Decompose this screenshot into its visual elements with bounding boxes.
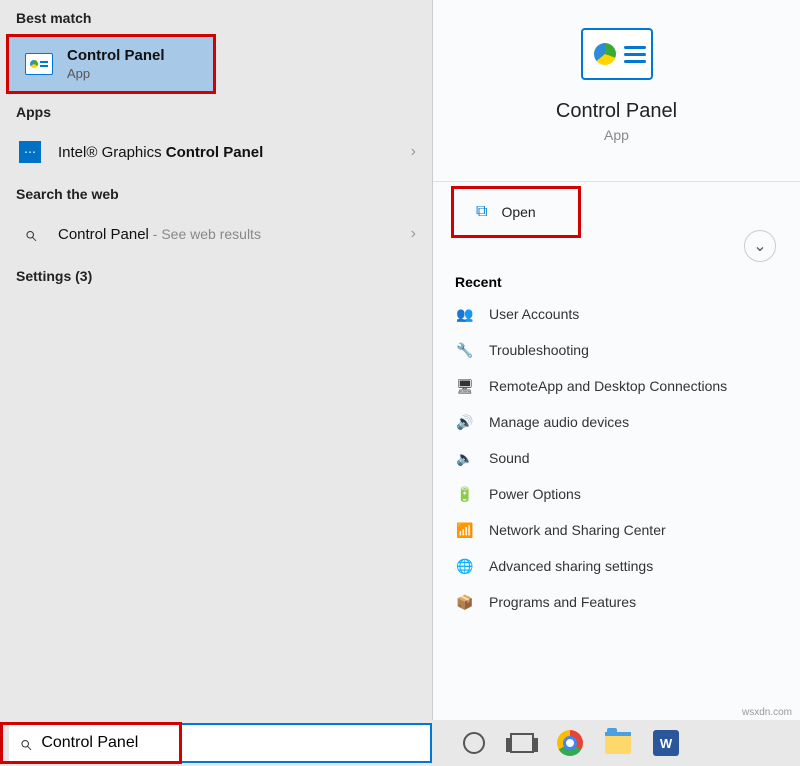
- recent-item-label: Advanced sharing settings: [489, 558, 653, 574]
- control-panel-icon: [25, 50, 53, 78]
- recent-item-label: Programs and Features: [489, 594, 636, 610]
- recent-item-label: Manage audio devices: [489, 414, 629, 430]
- taskbar: W: [0, 720, 800, 766]
- preview-app-icon: [581, 28, 653, 80]
- recent-item-label: Troubleshooting: [489, 342, 589, 358]
- watermark: wsxdn.com: [742, 707, 792, 718]
- recent-item-icon: 🔊: [455, 412, 475, 432]
- recent-item-label: Network and Sharing Center: [489, 522, 666, 538]
- best-match-result[interactable]: Control Panel App: [9, 37, 213, 91]
- apps-result-title: Intel® Graphics Control Panel: [58, 144, 263, 161]
- open-icon: ⧉: [476, 203, 487, 221]
- open-label: Open: [501, 204, 535, 220]
- open-action[interactable]: ⧉ Open: [454, 189, 578, 235]
- chevron-right-icon: ›: [411, 225, 416, 243]
- recent-item[interactable]: 🌐 Advanced sharing settings: [433, 548, 800, 584]
- task-view-icon[interactable]: [508, 729, 536, 757]
- recent-item-icon: 📶: [455, 520, 475, 540]
- word-icon[interactable]: W: [652, 729, 680, 757]
- search-input[interactable]: [41, 734, 169, 752]
- web-result-control-panel[interactable]: Control Panel - See web results ›: [0, 210, 432, 258]
- chevron-right-icon: ›: [411, 143, 416, 161]
- preview-title: Control Panel: [556, 100, 677, 123]
- recent-item[interactable]: 🔧 Troubleshooting: [433, 332, 800, 368]
- recent-item-icon: 🌐: [455, 556, 475, 576]
- intel-icon: ⋯: [16, 138, 44, 166]
- recent-item-icon: 📦: [455, 592, 475, 612]
- recent-item-label: User Accounts: [489, 306, 579, 322]
- expand-button[interactable]: ⌄: [744, 230, 776, 262]
- web-result-title: Control Panel - See web results: [58, 226, 261, 243]
- taskbar-search-extent[interactable]: [182, 723, 432, 763]
- recent-item[interactable]: 🖥 RemoteApp and Desktop Connections: [433, 368, 800, 404]
- recent-item-icon: 👥: [455, 304, 475, 324]
- recent-item[interactable]: 🔈 Sound: [433, 440, 800, 476]
- best-match-header: Best match: [0, 0, 432, 34]
- best-match-sub: App: [67, 66, 165, 81]
- file-explorer-icon[interactable]: [604, 729, 632, 757]
- web-header: Search the web: [0, 176, 432, 210]
- search-icon: [16, 220, 44, 248]
- settings-header[interactable]: Settings (3): [0, 258, 432, 292]
- preview-panel: Control Panel App ⧉ Open ⌄ Recent 👥 User …: [433, 0, 800, 720]
- recent-item-label: RemoteApp and Desktop Connections: [489, 378, 727, 394]
- preview-sub: App: [604, 127, 629, 143]
- chevron-down-icon: ⌄: [753, 236, 766, 256]
- recent-item[interactable]: 👥 User Accounts: [433, 296, 800, 332]
- divider: [433, 181, 800, 182]
- recent-list: 👥 User Accounts 🔧 Troubleshooting 🖥 RemoteApp…: [433, 296, 800, 620]
- recent-item-icon: 🖥: [455, 376, 475, 396]
- recent-item-icon: 🔋: [455, 484, 475, 504]
- recent-item[interactable]: 📦 Programs and Features: [433, 584, 800, 620]
- recent-item[interactable]: 🔋 Power Options: [433, 476, 800, 512]
- search-results-panel: Best match Control Panel App Apps ⋯ Inte…: [0, 0, 433, 720]
- recent-item-label: Sound: [489, 450, 529, 466]
- cortana-icon[interactable]: [460, 729, 488, 757]
- recent-item[interactable]: 🔊 Manage audio devices: [433, 404, 800, 440]
- recent-item-label: Power Options: [489, 486, 581, 502]
- recent-header: Recent: [433, 262, 800, 296]
- taskbar-search-box[interactable]: [9, 725, 179, 761]
- recent-item-icon: 🔈: [455, 448, 475, 468]
- search-icon: [19, 730, 31, 756]
- apps-header: Apps: [0, 94, 432, 128]
- recent-item[interactable]: 📶 Network and Sharing Center: [433, 512, 800, 548]
- chrome-icon[interactable]: [556, 729, 584, 757]
- recent-item-icon: 🔧: [455, 340, 475, 360]
- apps-result-intel-graphics[interactable]: ⋯ Intel® Graphics Control Panel ›: [0, 128, 432, 176]
- best-match-title: Control Panel: [67, 47, 165, 64]
